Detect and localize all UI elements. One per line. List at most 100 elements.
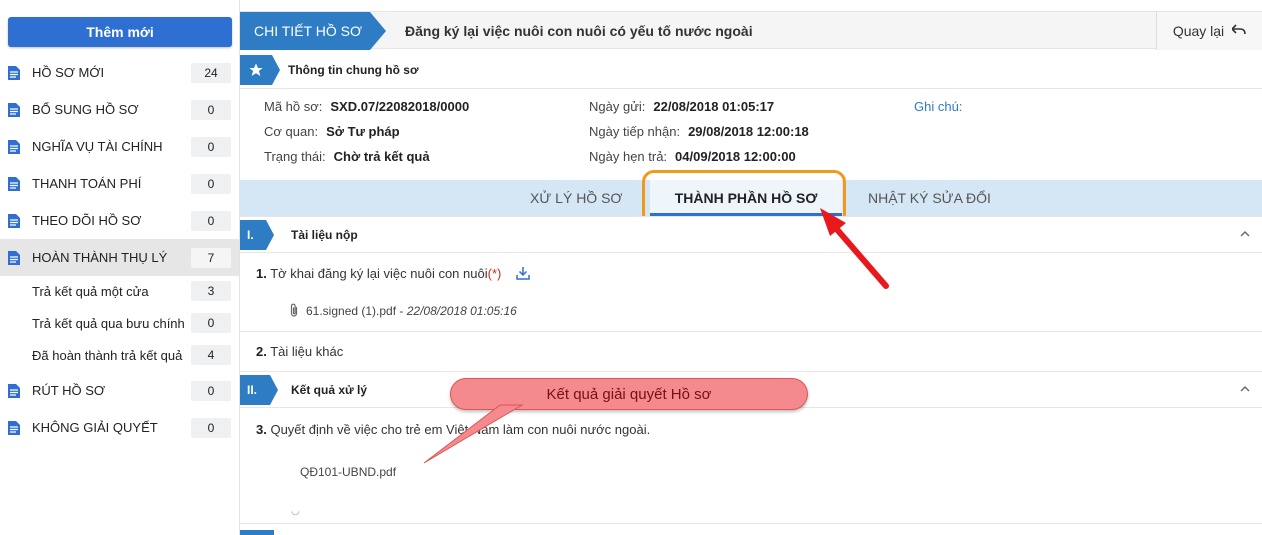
file-name[interactable]: 61.signed (1).pdf [306, 304, 396, 318]
count-badge: 0 [191, 99, 231, 120]
file-date: 22/08/2018 01:05:16 [406, 304, 517, 318]
sidebar: Thêm mới HỒ SƠ MỚI 24 BỔ SUNG HỒ SƠ 0 NG… [0, 0, 240, 535]
chevron-up-icon[interactable] [1240, 227, 1250, 241]
count-badge: 0 [191, 136, 231, 157]
breadcrumb: CHI TIẾT HỒ SƠ [240, 12, 370, 50]
document-icon [8, 139, 20, 154]
sidebar-item-label: BỔ SUNG HỒ SƠ [32, 102, 139, 117]
attached-file-1[interactable]: 61.signed (1).pdf - 22/08/2018 01:05:16 [288, 303, 517, 321]
field-value: SXD.07/22082018/0000 [330, 99, 470, 114]
section-title: Thông tin chung hồ sơ [288, 63, 419, 77]
breadcrumb-arrow [370, 12, 386, 50]
sidebar-subitem-tra-ket-qua-mot-cua[interactable]: Trả kết quả một cửa 3 [0, 274, 239, 308]
download-icon[interactable] [516, 266, 530, 283]
sidebar-item-theo-doi-ho-so[interactable]: THEO DÕI HỒ SƠ 0 [0, 202, 239, 239]
count-badge: 0 [191, 173, 231, 194]
document-item-2: 2. Tài liệu khác [256, 344, 343, 359]
document-icon [8, 65, 20, 80]
count-badge: 0 [191, 380, 231, 401]
item-text: Tài liệu khác [270, 344, 344, 359]
required-mark: (*) [487, 266, 502, 281]
sidebar-item-rut-ho-so[interactable]: RÚT HỒ SƠ 0 [0, 372, 239, 409]
next-section-marker [240, 530, 274, 535]
document-icon [8, 213, 20, 228]
sidebar-item-label: Trả kết quả qua bưu chính [32, 315, 185, 331]
general-info: Mã hồ sơ: SXD.07/22082018/0000 Cơ quan: Sở… [240, 88, 1262, 180]
count-badge: 4 [191, 345, 231, 365]
field-label: Mã hồ sơ: [264, 99, 323, 114]
document-icon [8, 102, 20, 117]
count-badge: 24 [191, 62, 231, 83]
sidebar-item-label: RÚT HỒ SƠ [32, 383, 106, 398]
sidebar-item-label: KHÔNG GIẢI QUYẾT [32, 420, 158, 435]
count-badge: 0 [191, 417, 231, 438]
sidebar-item-label: Trả kết quả một cửa [32, 283, 149, 299]
count-badge: 0 [191, 313, 231, 333]
sidebar-item-bo-sung-ho-so[interactable]: BỔ SUNG HỒ SƠ 0 [0, 91, 239, 128]
result-item-3: 3. Quyết định về việc cho trẻ em Việt Na… [256, 422, 650, 437]
field-value: Sở Tư pháp [326, 124, 400, 139]
sidebar-item-nghia-vu-tai-chinh[interactable]: NGHĨA VỤ TÀI CHÍNH 0 [0, 128, 239, 165]
count-badge: 3 [191, 281, 231, 301]
divider [240, 331, 1262, 332]
result-file[interactable]: QĐ101-UBND.pdf [300, 465, 396, 479]
chevron-up-icon[interactable] [1240, 382, 1250, 396]
sidebar-item-hoan-thanh-thu-ly[interactable]: HOÀN THÀNH THỤ LÝ 7 [0, 239, 239, 276]
section-tai-lieu-nop[interactable]: I. Tài liệu nộp [240, 216, 1262, 253]
ngay-gui-field: Ngày gửi: 22/08/2018 01:05:17 [589, 99, 774, 114]
section-title: Tài liệu nộp [291, 228, 358, 242]
sidebar-item-label: THEO DÕI HỒ SƠ [32, 213, 142, 228]
sidebar-item-thanh-toan-phi[interactable]: THANH TOÁN PHÍ 0 [0, 165, 239, 202]
tab-nhat-ky-sua-doi[interactable]: NHẬT KÝ SỬA ĐỔI [868, 180, 991, 216]
ghi-chu-label: Ghi chú: [914, 99, 963, 114]
undo-icon [1231, 23, 1246, 39]
sidebar-item-label: Đã hoàn thành trả kết quả [32, 347, 183, 363]
section-number: II. [240, 375, 278, 405]
sidebar-item-label: HỒ SƠ MỚI [32, 65, 105, 80]
sidebar-item-label: HOÀN THÀNH THỤ LÝ [32, 250, 168, 265]
sidebar-item-ho-so-moi[interactable]: HỒ SƠ MỚI 24 [0, 54, 239, 91]
field-label: Ngày hẹn trả: [589, 149, 668, 164]
sidebar-item-label: THANH TOÁN PHÍ [32, 176, 142, 191]
sidebar-subitem-da-hoan-thanh-tra-ket-qua[interactable]: Đã hoàn thành trả kết quả 4 [0, 338, 239, 372]
section-number: I. [240, 220, 274, 250]
page-title: Đăng ký lại việc nuôi con nuôi có yếu tố… [405, 23, 753, 39]
item-text: Quyết định về việc cho trẻ em Việt Nam l… [270, 422, 651, 437]
ngay-hen-tra-field: Ngày hẹn trả: 04/09/2018 12:00:00 [589, 149, 796, 164]
item-number: 2. [256, 344, 267, 359]
sidebar-item-label: NGHĨA VỤ TÀI CHÍNH [32, 139, 163, 154]
divider [240, 523, 1262, 524]
tab-xu-ly-ho-so[interactable]: XỬ LÝ HỒ SƠ [530, 180, 622, 216]
back-label: Quay lại [1172, 23, 1225, 39]
document-icon [8, 383, 20, 398]
document-icon [8, 420, 20, 435]
document-icon [8, 250, 20, 265]
document-item-1: 1. Tờ khai đăng ký lại việc nuôi con nuô… [256, 266, 501, 281]
sidebar-subitem-tra-ket-qua-qua-buu-chinh[interactable]: Trả kết quả qua bưu chính 0 [0, 306, 239, 340]
section-title: Kết quả xử lý [291, 383, 368, 397]
item-number: 1. [256, 266, 267, 281]
field-value: 04/09/2018 12:00:00 [675, 149, 796, 164]
field-label: Ngày gửi: [589, 99, 646, 114]
sidebar-item-khong-giai-quyet[interactable]: KHÔNG GIẢI QUYẾT 0 [0, 409, 239, 446]
count-badge: 7 [191, 247, 231, 268]
back-button[interactable]: Quay lại [1156, 12, 1262, 50]
paperclip-icon [288, 303, 300, 321]
field-label: Trạng thái: [264, 149, 326, 164]
file-separator: - [396, 304, 407, 318]
header-bar: CHI TIẾT HỒ SƠ Đăng ký lại việc nuôi con… [240, 11, 1262, 50]
item-text: Tờ khai đăng ký lại việc nuôi con nuôi [270, 266, 488, 281]
ma-ho-so-field: Mã hồ sơ: SXD.07/22082018/0000 [264, 99, 469, 114]
item-number: 3. [256, 422, 267, 437]
star-icon [240, 55, 280, 85]
field-label: Cơ quan: [264, 124, 319, 139]
trang-thai-field: Trạng thái: Chờ trả kết quả [264, 149, 430, 164]
add-new-button[interactable]: Thêm mới [8, 17, 232, 47]
general-info-header: Thông tin chung hồ sơ [240, 52, 1262, 88]
field-value: 29/08/2018 12:00:18 [688, 124, 809, 139]
field-value: Chờ trả kết quả [333, 149, 430, 164]
co-quan-field: Cơ quan: Sở Tư pháp [264, 124, 400, 139]
field-label: Ngày tiếp nhận: [589, 124, 681, 139]
small-loader-icon: ◡ [291, 506, 300, 517]
annotation-callout: Kết quả giải quyết Hồ sơ [450, 378, 808, 410]
